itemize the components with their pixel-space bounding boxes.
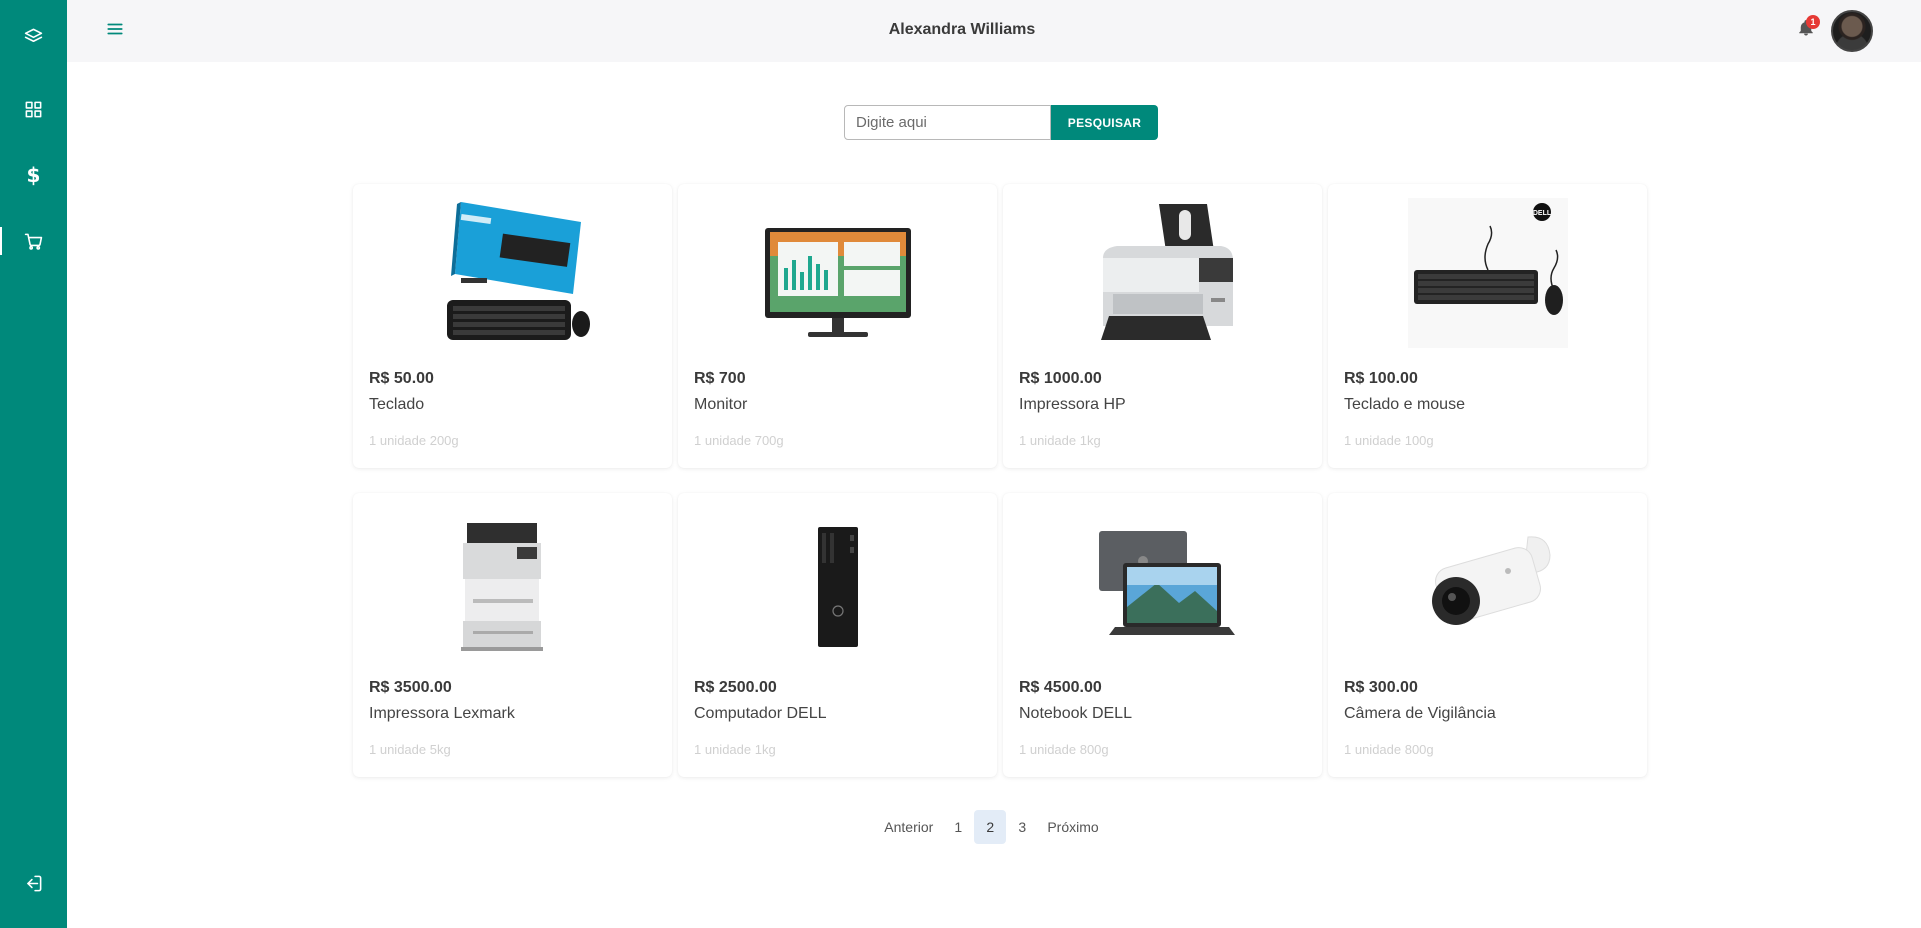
product-image-laser-printer	[433, 507, 593, 657]
sidebar-item-finance[interactable]: $	[0, 152, 67, 198]
product-price: R$ 3500.00	[369, 679, 452, 696]
product-name: Câmera de Vigilância	[1344, 705, 1496, 722]
product-price: R$ 100.00	[1344, 370, 1418, 387]
product-unit: 1 unidade 800g	[1344, 742, 1434, 757]
product-image-keyboard-mouse: DELL	[1408, 198, 1568, 348]
product-unit: 1 unidade 5kg	[369, 742, 451, 757]
sidebar-item-shop[interactable]	[0, 218, 67, 264]
product-image-desktop-tower	[758, 507, 918, 657]
product-unit: 1 unidade 700g	[694, 433, 784, 448]
sidebar-item-dashboard[interactable]	[0, 86, 67, 132]
dollar-icon: $	[26, 163, 41, 187]
layers-icon	[24, 28, 43, 42]
avatar[interactable]	[1831, 10, 1873, 52]
pagination-page-2[interactable]: 2	[974, 810, 1007, 844]
pagination-page-3[interactable]: 3	[1006, 810, 1038, 844]
product-image-security-camera	[1408, 507, 1568, 657]
notifications-button[interactable]: 1	[1797, 15, 1820, 41]
product-unit: 1 unidade 800g	[1019, 742, 1109, 757]
pagination-next[interactable]: Próximo	[1038, 810, 1107, 844]
product-card[interactable]: R$ 2500.00 Computador DELL 1 unidade 1kg	[678, 493, 997, 777]
product-name: Notebook DELL	[1019, 705, 1132, 722]
product-name: Impressora HP	[1019, 396, 1126, 413]
sidebar-item-logout[interactable]	[0, 860, 67, 906]
product-unit: 1 unidade 1kg	[694, 742, 776, 757]
product-card[interactable]: R$ 300.00 Câmera de Vigilância 1 unidade…	[1328, 493, 1647, 777]
product-card[interactable]: DELL R$ 100.00 Teclado e mouse 1 unidade…	[1328, 184, 1647, 468]
product-price: R$ 2500.00	[694, 679, 777, 696]
product-image-keyboard-box	[433, 198, 593, 348]
top-header: Alexandra Williams 1	[67, 0, 1921, 62]
product-unit: 1 unidade 100g	[1344, 433, 1434, 448]
product-card[interactable]: R$ 3500.00 Impressora Lexmark 1 unidade …	[353, 493, 672, 777]
user-name: Alexandra Williams	[888, 21, 1036, 38]
product-card[interactable]: R$ 4500.00 Notebook DELL 1 unidade 800g	[1003, 493, 1322, 777]
product-price: R$ 1000.00	[1019, 370, 1102, 387]
pagination-page-1[interactable]: 1	[942, 810, 974, 844]
product-name: Computador DELL	[694, 705, 827, 722]
cart-icon	[24, 233, 43, 250]
product-card[interactable]: R$ 700 Monitor 1 unidade 700g	[678, 184, 997, 468]
sidebar: $	[0, 0, 67, 928]
product-price: R$ 4500.00	[1019, 679, 1102, 696]
notification-badge: 1	[1806, 15, 1820, 29]
svg-text:DELL: DELL	[1533, 210, 1552, 217]
product-name: Impressora Lexmark	[369, 705, 515, 722]
product-image-printer	[1083, 198, 1243, 348]
product-card[interactable]: R$ 1000.00 Impressora HP 1 unidade 1kg	[1003, 184, 1322, 468]
product-price: R$ 50.00	[369, 370, 434, 387]
product-unit: 1 unidade 1kg	[1019, 433, 1101, 448]
product-image-monitor	[758, 198, 918, 348]
search-bar: PESQUISAR	[844, 105, 1158, 140]
product-name: Teclado	[369, 396, 425, 413]
product-price: R$ 700	[694, 370, 746, 387]
product-name: Monitor	[694, 396, 748, 413]
product-price: R$ 300.00	[1344, 679, 1418, 696]
product-image-laptop	[1083, 507, 1243, 657]
product-unit: 1 unidade 200g	[369, 433, 459, 448]
search-input[interactable]	[844, 105, 1051, 140]
grid-icon	[25, 101, 42, 117]
pagination: Anterior 1 2 3 Próximo	[0, 810, 1921, 844]
search-button[interactable]: PESQUISAR	[1051, 105, 1158, 140]
product-name: Teclado e mouse	[1344, 396, 1465, 413]
product-card[interactable]: R$ 50.00 Teclado 1 unidade 200g	[353, 184, 672, 468]
pagination-previous[interactable]: Anterior	[875, 810, 942, 844]
sidebar-item-layers[interactable]	[0, 13, 67, 59]
logout-icon	[27, 875, 42, 891]
